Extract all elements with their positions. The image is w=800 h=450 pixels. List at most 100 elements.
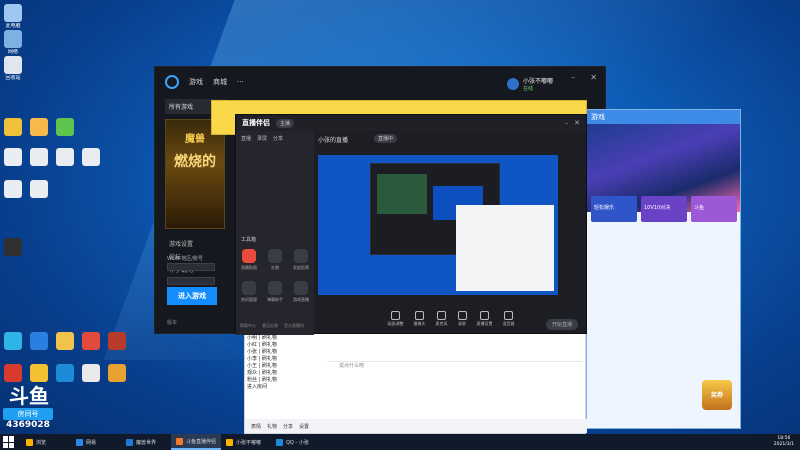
desktop-icon[interactable] [52, 364, 78, 383]
taskbar: 浏览 网易 魔兽世界 斗鱼直播伴侣 小张不嘟嘟 QQ - 小张 18:56 2021/3/… [0, 434, 800, 450]
tab-shop[interactable]: 商城 [213, 77, 227, 87]
gift-button[interactable]: 礼物 [267, 423, 277, 430]
taskbar-item[interactable]: 魔兽世界 [121, 434, 171, 450]
app-icon [56, 118, 74, 136]
tool-label: 直播贴图 [241, 265, 257, 270]
tab-live[interactable]: 直播 [241, 135, 251, 142]
tab-more[interactable]: ··· [237, 78, 244, 86]
live-status-pill: 直播中 [374, 134, 398, 143]
stream-logo: 直播伴侣 [242, 119, 270, 127]
record-icon [457, 311, 467, 320]
desktop-icon[interactable] [104, 332, 130, 351]
stream-preview[interactable] [318, 155, 558, 295]
tab-share[interactable]: 分享 [273, 135, 283, 142]
list-item[interactable]: 粉丝 | 刷礼物 [247, 377, 327, 384]
nested-white-window [456, 205, 554, 291]
desktop-icon[interactable] [78, 148, 104, 167]
close-icon[interactable]: ✕ [574, 119, 580, 127]
mode-card-douyu[interactable]: 斗鱼 [691, 196, 737, 222]
desktop-icon[interactable] [0, 238, 26, 257]
mode-card-casual[interactable]: 轻松娱乐 [591, 196, 637, 222]
desktop-icon[interactable] [78, 364, 104, 383]
microphone-button[interactable]: 麦克风 [436, 311, 448, 327]
taskbar-item[interactable]: 网易 [71, 434, 121, 450]
game-banner[interactable]: 魔兽 燃烧的 [165, 119, 225, 229]
desktop-icon[interactable] [26, 364, 52, 383]
taskbar-item[interactable]: 浏览 [21, 434, 71, 450]
app-icon [4, 332, 22, 350]
list-item[interactable]: 小张 | 刷礼物 [247, 349, 327, 356]
stream-side-tabs: 直播 录屏 分享 [236, 131, 314, 146]
desktop-icon[interactable] [26, 332, 52, 351]
taskbar-clock[interactable]: 18:56 2021/3/1 [774, 436, 794, 448]
start-stream-button[interactable]: 开始直播 [545, 319, 578, 330]
help-link[interactable]: 帮助中心 [240, 323, 256, 329]
tool-game-icon[interactable] [294, 281, 308, 295]
minimize-icon[interactable]: – [571, 73, 575, 82]
clock-date: 2021/3/1 [773, 442, 794, 447]
tool-vote-icon[interactable] [294, 249, 308, 263]
game-client-window[interactable]: 游戏 轻松娱乐 10V10对决 斗鱼 奖券 [586, 109, 741, 429]
taskbar-item[interactable]: QQ - 小张 [271, 434, 321, 450]
windows-start-icon[interactable] [3, 436, 15, 448]
reward-badge[interactable]: 奖券 [702, 380, 732, 410]
desktop-icon[interactable] [52, 118, 78, 137]
desktop-icon[interactable]: 网络 [0, 30, 26, 55]
desktop-icon[interactable] [0, 332, 26, 351]
stream-settings-button[interactable]: 直播设置 [477, 311, 493, 327]
desktop-icon[interactable]: 回收站 [0, 56, 26, 81]
list-item[interactable]: 小明 | 刷礼物 [247, 335, 327, 342]
desktop-icon[interactable]: 此电脑 [0, 4, 26, 29]
battlenet-user[interactable]: 小张不嘟嘟 在线 [506, 76, 553, 92]
desktop-icon[interactable] [78, 332, 104, 351]
list-item[interactable]: 进入房间 [247, 384, 327, 391]
tool-label: 游戏直播 [293, 297, 309, 302]
desktop-icon[interactable] [26, 148, 52, 167]
tab-record[interactable]: 录屏 [257, 135, 267, 142]
desktop-icon[interactable] [0, 180, 26, 199]
desktop-icon[interactable] [26, 180, 52, 199]
close-icon[interactable]: ✕ [590, 73, 597, 82]
desktop-icon[interactable] [52, 148, 78, 167]
desktop-icon[interactable] [0, 118, 26, 137]
chat-input[interactable]: 说点什么吧 [327, 361, 582, 373]
list-item[interactable]: 小李 | 刷礼物 [247, 356, 327, 363]
desktop-icon-label: 网络 [7, 49, 18, 55]
mixer-button[interactable]: 混音器 [503, 311, 515, 327]
share-button[interactable]: 分享 [283, 423, 293, 430]
tab-games[interactable]: 游戏 [189, 77, 203, 87]
camera-button[interactable]: 摄像头 [414, 311, 426, 327]
stream-client-window[interactable]: 直播伴侣 主播 – ✕ 直播 录屏 分享 工具箱 直播贴图 礼物 发起投票 房间… [235, 114, 587, 335]
region-select[interactable] [167, 263, 215, 271]
tool-gift-icon[interactable] [268, 249, 282, 263]
desktop-icon[interactable] [104, 364, 130, 383]
play-button[interactable]: 进入游戏 [167, 287, 217, 305]
screen-record-button[interactable]: 录屏 [457, 311, 467, 327]
desktop-icon[interactable] [52, 332, 78, 351]
app-icon [30, 364, 48, 382]
tool-sticker-icon[interactable] [242, 249, 256, 263]
official-room-link[interactable]: 官方直播间 [284, 323, 304, 329]
settings-button[interactable]: 设置 [299, 423, 309, 430]
list-item[interactable]: 小王 | 刷礼物 [247, 363, 327, 370]
account-select[interactable] [167, 277, 215, 285]
tool-danmaku-icon[interactable] [268, 281, 282, 295]
link-settings[interactable]: 游戏设置 [169, 239, 193, 248]
app-icon [82, 364, 100, 382]
list-item[interactable]: 小红 | 刷礼物 [247, 342, 327, 349]
emoji-button[interactable]: 表情 [251, 423, 261, 430]
app-icon [4, 30, 22, 48]
scene-adjust-button[interactable]: 画面调整 [388, 311, 404, 327]
stream-footer: 帮助中心 意见反馈 官方直播间 [240, 323, 304, 329]
taskbar-item[interactable]: 小张不嘟嘟 [221, 434, 271, 450]
desktop-icon[interactable] [0, 364, 26, 383]
desktop-icon[interactable] [0, 148, 26, 167]
microphone-icon [437, 311, 446, 320]
desktop-icon[interactable] [26, 118, 52, 137]
list-item[interactable]: 观众 | 刷礼物 [247, 370, 327, 377]
feedback-link[interactable]: 意见反馈 [262, 323, 278, 329]
mode-card-10v10[interactable]: 10V10对决 [641, 196, 687, 222]
taskbar-item[interactable]: 斗鱼直播伴侣 [171, 434, 221, 450]
tool-room-icon[interactable] [242, 281, 256, 295]
minimize-icon[interactable]: – [565, 119, 569, 127]
